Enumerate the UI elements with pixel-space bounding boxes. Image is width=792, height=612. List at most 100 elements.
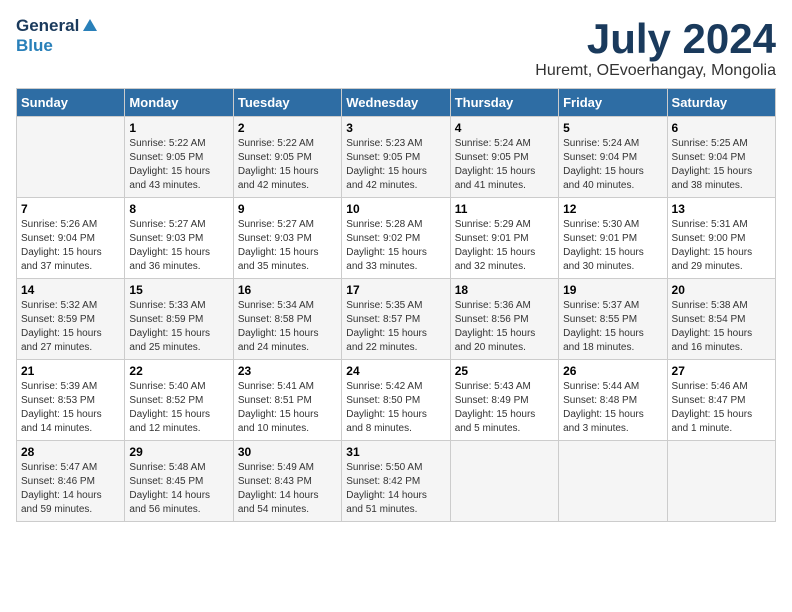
location: Huremt, OEvoerhangay, Mongolia (535, 62, 776, 80)
day-info: Sunrise: 5:46 AM Sunset: 8:47 PM Dayligh… (672, 380, 771, 436)
calendar-cell: 15 Sunrise: 5:33 AM Sunset: 8:59 PM Dayli… (125, 279, 233, 360)
day-info: Sunrise: 5:50 AM Sunset: 8:42 PM Dayligh… (346, 461, 445, 517)
day-info: Sunrise: 5:22 AM Sunset: 9:05 PM Dayligh… (238, 137, 337, 193)
calendar-week-5: 28 Sunrise: 5:47 AM Sunset: 8:46 PM Dayli… (17, 441, 776, 522)
day-info: Sunrise: 5:48 AM Sunset: 8:45 PM Dayligh… (129, 461, 228, 517)
day-info: Sunrise: 5:35 AM Sunset: 8:57 PM Dayligh… (346, 299, 445, 355)
day-info: Sunrise: 5:27 AM Sunset: 9:03 PM Dayligh… (129, 218, 228, 274)
calendar-cell (450, 441, 558, 522)
calendar-cell: 31 Sunrise: 5:50 AM Sunset: 8:42 PM Dayli… (342, 441, 450, 522)
day-number: 25 (455, 364, 554, 378)
day-info: Sunrise: 5:23 AM Sunset: 9:05 PM Dayligh… (346, 137, 445, 193)
day-info: Sunrise: 5:29 AM Sunset: 9:01 PM Dayligh… (455, 218, 554, 274)
calendar-cell: 24 Sunrise: 5:42 AM Sunset: 8:50 PM Dayli… (342, 360, 450, 441)
day-number: 24 (346, 364, 445, 378)
day-number: 17 (346, 283, 445, 297)
day-number: 30 (238, 445, 337, 459)
logo-icon (81, 17, 99, 35)
day-number: 16 (238, 283, 337, 297)
weekday-header-saturday: Saturday (667, 89, 775, 117)
month-year: July 2024 (535, 16, 776, 62)
calendar-cell: 17 Sunrise: 5:35 AM Sunset: 8:57 PM Dayli… (342, 279, 450, 360)
weekday-header-thursday: Thursday (450, 89, 558, 117)
day-number: 27 (672, 364, 771, 378)
calendar-cell: 26Sunrise: 5:44 AM Sunset: 8:48 PM Dayli… (559, 360, 667, 441)
calendar-cell: 18 Sunrise: 5:36 AM Sunset: 8:56 PM Dayli… (450, 279, 558, 360)
day-number: 10 (346, 202, 445, 216)
day-number: 22 (129, 364, 228, 378)
calendar-cell: 19 Sunrise: 5:37 AM Sunset: 8:55 PM Dayli… (559, 279, 667, 360)
day-info: Sunrise: 5:37 AM Sunset: 8:55 PM Dayligh… (563, 299, 662, 355)
day-number: 18 (455, 283, 554, 297)
calendar-cell: 5 Sunrise: 5:24 AM Sunset: 9:04 PM Daylig… (559, 117, 667, 198)
calendar-cell: 22 Sunrise: 5:40 AM Sunset: 8:52 PM Dayli… (125, 360, 233, 441)
day-number: 23 (238, 364, 337, 378)
calendar-cell: 2Sunrise: 5:22 AM Sunset: 9:05 PM Daylig… (233, 117, 341, 198)
day-info: Sunrise: 5:22 AM Sunset: 9:05 PM Dayligh… (129, 137, 228, 193)
day-number: 4 (455, 121, 554, 135)
day-info: Sunrise: 5:31 AM Sunset: 9:00 PM Dayligh… (672, 218, 771, 274)
calendar-cell: 29 Sunrise: 5:48 AM Sunset: 8:45 PM Dayli… (125, 441, 233, 522)
day-number: 31 (346, 445, 445, 459)
weekday-header-wednesday: Wednesday (342, 89, 450, 117)
calendar-cell: 4 Sunrise: 5:24 AM Sunset: 9:05 PM Daylig… (450, 117, 558, 198)
day-info: Sunrise: 5:47 AM Sunset: 8:46 PM Dayligh… (21, 461, 120, 517)
calendar-cell: 28 Sunrise: 5:47 AM Sunset: 8:46 PM Dayli… (17, 441, 125, 522)
day-info: Sunrise: 5:34 AM Sunset: 8:58 PM Dayligh… (238, 299, 337, 355)
calendar-cell: 16 Sunrise: 5:34 AM Sunset: 8:58 PM Dayli… (233, 279, 341, 360)
day-info: Sunrise: 5:24 AM Sunset: 9:05 PM Dayligh… (455, 137, 554, 193)
calendar-cell (559, 441, 667, 522)
calendar-cell: 11 Sunrise: 5:29 AM Sunset: 9:01 PM Dayli… (450, 198, 558, 279)
day-info: Sunrise: 5:40 AM Sunset: 8:52 PM Dayligh… (129, 380, 228, 436)
day-info: Sunrise: 5:28 AM Sunset: 9:02 PM Dayligh… (346, 218, 445, 274)
day-number: 19 (563, 283, 662, 297)
day-number: 20 (672, 283, 771, 297)
calendar-week-4: 21Sunrise: 5:39 AM Sunset: 8:53 PM Dayli… (17, 360, 776, 441)
calendar-cell: 10 Sunrise: 5:28 AM Sunset: 9:02 PM Dayli… (342, 198, 450, 279)
calendar-cell: 14 Sunrise: 5:32 AM Sunset: 8:59 PM Dayli… (17, 279, 125, 360)
logo-general-text: General (16, 16, 79, 36)
day-info: Sunrise: 5:38 AM Sunset: 8:54 PM Dayligh… (672, 299, 771, 355)
calendar-cell: 30 Sunrise: 5:49 AM Sunset: 8:43 PM Dayli… (233, 441, 341, 522)
calendar-week-2: 7 Sunrise: 5:26 AM Sunset: 9:04 PM Daylig… (17, 198, 776, 279)
day-info: Sunrise: 5:25 AM Sunset: 9:04 PM Dayligh… (672, 137, 771, 193)
day-number: 15 (129, 283, 228, 297)
day-number: 29 (129, 445, 228, 459)
day-info: Sunrise: 5:41 AM Sunset: 8:51 PM Dayligh… (238, 380, 337, 436)
calendar-week-1: 1Sunrise: 5:22 AM Sunset: 9:05 PM Daylig… (17, 117, 776, 198)
day-number: 9 (238, 202, 337, 216)
day-info: Sunrise: 5:42 AM Sunset: 8:50 PM Dayligh… (346, 380, 445, 436)
day-info: Sunrise: 5:30 AM Sunset: 9:01 PM Dayligh… (563, 218, 662, 274)
day-number: 3 (346, 121, 445, 135)
calendar-cell: 8Sunrise: 5:27 AM Sunset: 9:03 PM Daylig… (125, 198, 233, 279)
page-header: General Blue July 2024 Huremt, OEvoerhan… (16, 16, 776, 80)
day-info: Sunrise: 5:24 AM Sunset: 9:04 PM Dayligh… (563, 137, 662, 193)
day-info: Sunrise: 5:36 AM Sunset: 8:56 PM Dayligh… (455, 299, 554, 355)
day-info: Sunrise: 5:49 AM Sunset: 8:43 PM Dayligh… (238, 461, 337, 517)
calendar-table: SundayMondayTuesdayWednesdayThursdayFrid… (16, 88, 776, 522)
title-area: July 2024 Huremt, OEvoerhangay, Mongolia (535, 16, 776, 80)
calendar-cell: 21Sunrise: 5:39 AM Sunset: 8:53 PM Dayli… (17, 360, 125, 441)
day-number: 13 (672, 202, 771, 216)
day-info: Sunrise: 5:27 AM Sunset: 9:03 PM Dayligh… (238, 218, 337, 274)
day-number: 28 (21, 445, 120, 459)
day-info: Sunrise: 5:33 AM Sunset: 8:59 PM Dayligh… (129, 299, 228, 355)
day-info: Sunrise: 5:32 AM Sunset: 8:59 PM Dayligh… (21, 299, 120, 355)
day-number: 14 (21, 283, 120, 297)
calendar-cell: 7 Sunrise: 5:26 AM Sunset: 9:04 PM Daylig… (17, 198, 125, 279)
weekday-header-monday: Monday (125, 89, 233, 117)
day-info: Sunrise: 5:44 AM Sunset: 8:48 PM Dayligh… (563, 380, 662, 436)
calendar-week-3: 14 Sunrise: 5:32 AM Sunset: 8:59 PM Dayli… (17, 279, 776, 360)
day-info: Sunrise: 5:26 AM Sunset: 9:04 PM Dayligh… (21, 218, 120, 274)
day-info: Sunrise: 5:39 AM Sunset: 8:53 PM Dayligh… (21, 380, 120, 436)
day-number: 11 (455, 202, 554, 216)
day-number: 5 (563, 121, 662, 135)
day-number: 7 (21, 202, 120, 216)
day-number: 6 (672, 121, 771, 135)
day-number: 12 (563, 202, 662, 216)
calendar-cell: 25Sunrise: 5:43 AM Sunset: 8:49 PM Dayli… (450, 360, 558, 441)
calendar-cell: 12 Sunrise: 5:30 AM Sunset: 9:01 PM Dayli… (559, 198, 667, 279)
calendar-cell: 13 Sunrise: 5:31 AM Sunset: 9:00 PM Dayli… (667, 198, 775, 279)
calendar-cell (667, 441, 775, 522)
calendar-cell: 1Sunrise: 5:22 AM Sunset: 9:05 PM Daylig… (125, 117, 233, 198)
